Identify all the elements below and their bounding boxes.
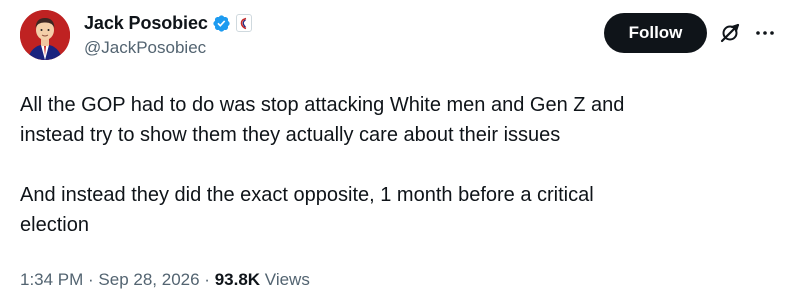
avatar-image [20, 10, 70, 60]
verified-badge-icon[interactable] [212, 14, 231, 33]
tweet-date[interactable]: Sep 28, 2026 [98, 270, 199, 290]
tweet-time[interactable]: 1:34 PM [20, 270, 83, 290]
meta-separator: · [199, 270, 215, 289]
name-row: Jack Posobiec [84, 11, 252, 35]
more-options-icon[interactable] [754, 22, 776, 44]
user-info: Jack Posobiec @JackPosobiec [84, 11, 252, 58]
tweet-card: Jack Posobiec @JackPosobiec Follow All t… [0, 0, 800, 300]
affiliate-badge-icon[interactable] [235, 14, 252, 32]
views-label: Views [264, 270, 310, 289]
follow-button[interactable]: Follow [604, 13, 707, 53]
meta-separator: · [83, 270, 99, 289]
grok-icon[interactable] [719, 22, 741, 44]
display-name[interactable]: Jack Posobiec [84, 13, 208, 34]
views-count: 93.8K [214, 270, 261, 289]
tweet-text: All the GOP had to do was stop attacking… [20, 94, 625, 236]
avatar[interactable] [20, 10, 70, 60]
user-handle[interactable]: @JackPosobiec [84, 38, 252, 58]
tweet-meta: 1:34 PM · Sep 28, 2026 · 93.8K Views [20, 270, 310, 290]
